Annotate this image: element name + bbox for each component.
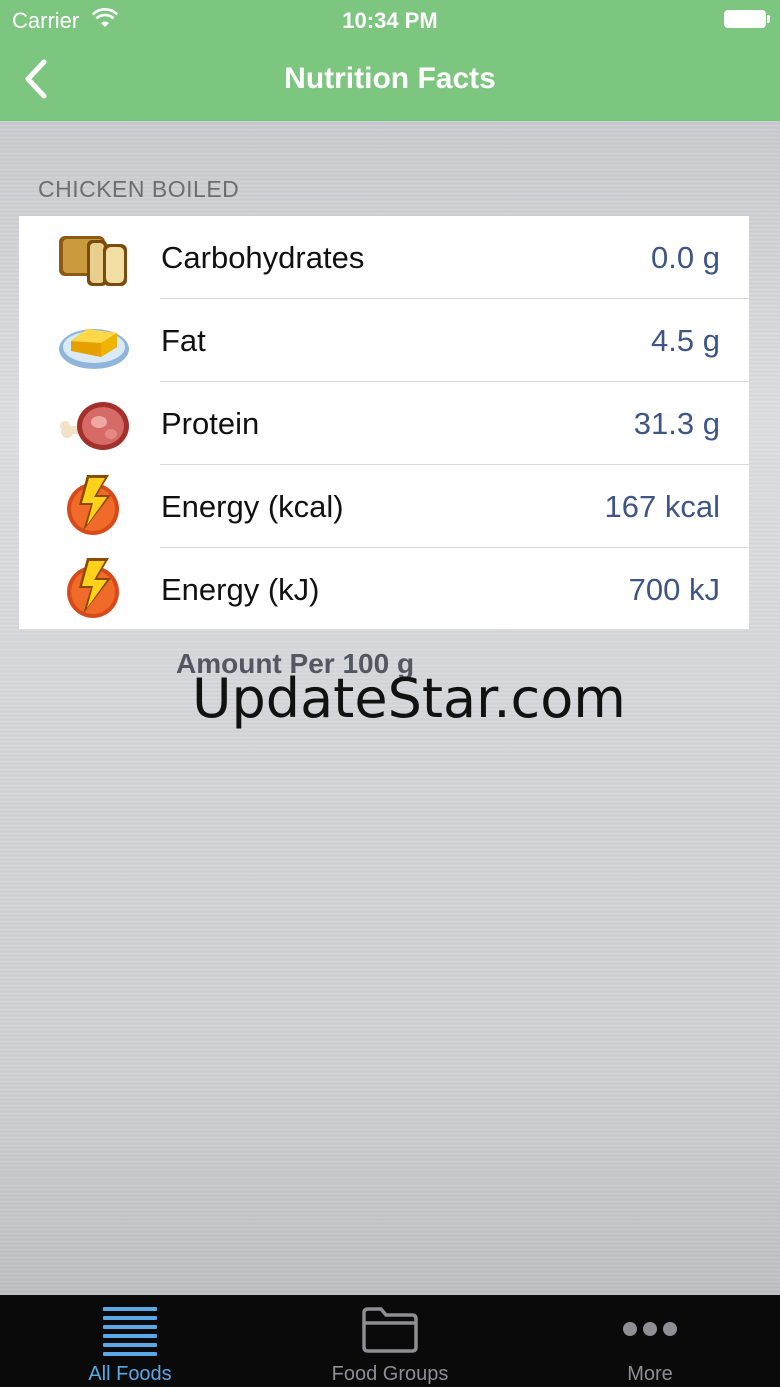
bread-icon <box>59 236 127 286</box>
list-item: Fat 4.5 g <box>19 299 749 382</box>
tab-label: Food Groups <box>331 1363 449 1385</box>
battery-icon <box>724 10 766 28</box>
clock: 10:34 PM <box>342 8 438 33</box>
section-header: CHICKEN BOILED <box>38 176 240 202</box>
tab-more[interactable]: More <box>520 1295 780 1387</box>
list-icon <box>103 1307 157 1356</box>
status-bar: Carrier 10:34 PM <box>0 0 780 40</box>
nutrient-label: Fat <box>161 323 206 358</box>
page-title: Nutrition Facts <box>284 62 496 95</box>
nutrient-label: Protein <box>161 406 260 441</box>
content-area: CHICKEN BOILED Carbohydrates 0.0 g Fat 4… <box>0 121 780 1295</box>
nutrient-value: 31.3 g <box>633 406 720 441</box>
lightning-icon <box>67 475 119 535</box>
tab-all-foods[interactable]: All Foods <box>0 1295 260 1387</box>
nutrient-label: Carbohydrates <box>161 240 365 275</box>
tab-label: More <box>627 1363 673 1385</box>
nutrient-label: Energy (kcal) <box>161 489 344 524</box>
navigation-bar: Carrier 10:34 PM Nutrition Facts <box>0 0 780 121</box>
nutrition-table: Carbohydrates 0.0 g Fat 4.5 g Protein 31… <box>19 216 749 629</box>
list-item: Carbohydrates 0.0 g <box>19 216 749 299</box>
butter-icon <box>59 329 129 369</box>
nutrient-value: 4.5 g <box>651 323 720 358</box>
tab-food-groups[interactable]: Food Groups <box>260 1295 520 1387</box>
folder-icon <box>362 1307 418 1353</box>
nutrient-value: 167 kcal <box>604 489 720 524</box>
list-item: Energy (kJ) 700 kJ <box>19 548 749 631</box>
nutrient-value: 700 kJ <box>628 572 720 607</box>
more-icon <box>623 1322 677 1336</box>
tab-bar: All Foods Food Groups More <box>0 1295 780 1387</box>
list-item: Protein 31.3 g <box>19 382 749 465</box>
tab-label: All Foods <box>88 1363 172 1385</box>
battery-tip <box>767 15 770 23</box>
nutrient-label: Energy (kJ) <box>161 572 320 607</box>
watermark: UpdateStar.com <box>192 667 626 730</box>
list-item: Energy (kcal) 167 kcal <box>19 465 749 548</box>
meat-icon <box>60 402 129 450</box>
nutrient-value: 0.0 g <box>651 240 720 275</box>
lightning-icon <box>67 558 119 618</box>
